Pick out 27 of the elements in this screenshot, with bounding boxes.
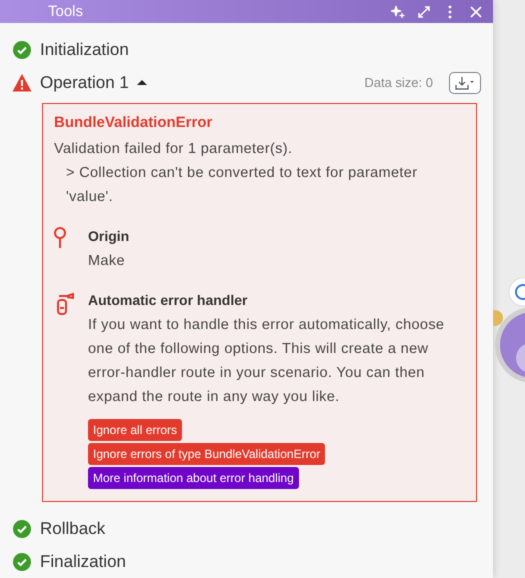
step-label: Operation 1 — [40, 72, 129, 92]
expand-icon[interactable] — [417, 4, 431, 18]
download-button[interactable] — [449, 72, 481, 94]
step-label: Rollback — [40, 518, 106, 538]
caret-icon[interactable] — [136, 79, 147, 86]
data-size: Data size: 0 — [364, 75, 433, 90]
section-title: Automatic error handler — [88, 291, 248, 309]
step-label: Initialization — [40, 40, 129, 60]
panel-title: Tools — [48, 3, 84, 20]
error-message: Validation failed for 1 parameter(s). — [54, 140, 294, 159]
download-icon — [455, 76, 475, 90]
ignore-errors-button[interactable]: Ignore all errors — [88, 419, 182, 441]
success-icon — [12, 518, 32, 538]
step-label: Finalization — [40, 552, 126, 572]
error-detail: > Collection can't be converted to text for parameter 'value'. — [65, 164, 418, 207]
pin-icon — [54, 227, 66, 249]
success-icon — [12, 552, 32, 572]
error-name: BundleValidationError — [54, 114, 214, 131]
sparkle-icon[interactable] — [391, 4, 405, 18]
close-icon[interactable] — [469, 4, 483, 18]
help-link-button[interactable]: More information about error handling — [88, 467, 299, 489]
ignore-errors-button[interactable]: Ignore errors of type BundleValidationError — [88, 443, 326, 465]
section-title: Origin — [88, 227, 130, 245]
success-icon — [12, 40, 32, 60]
warning-icon — [12, 72, 32, 92]
section-text: Make — [88, 252, 126, 271]
section-text: If you want to handle this error automatically, choose one of the following options. This will create a new error-handler route in your scenario. You can then expand the route in any way you like. — [88, 316, 446, 407]
